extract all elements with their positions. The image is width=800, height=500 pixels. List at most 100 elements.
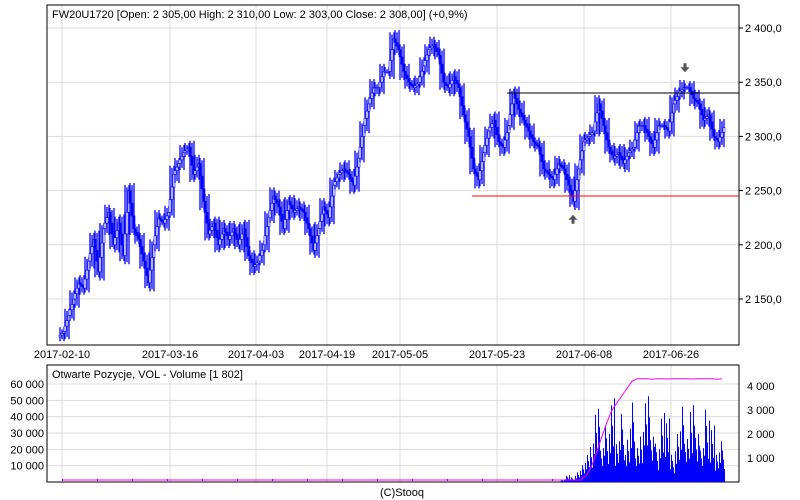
candle-body (303, 211, 307, 218)
volume-bar (647, 445, 648, 482)
candle-body (275, 199, 279, 204)
volume-bar (604, 455, 605, 482)
volume-bar (672, 461, 673, 482)
volume-bar (563, 481, 564, 482)
candle-body (655, 132, 659, 141)
candle-body (418, 76, 422, 83)
volume-bar (606, 438, 607, 482)
candle-body (225, 231, 229, 237)
candle-body (440, 63, 444, 74)
candle-body (78, 282, 82, 285)
candle-body (65, 320, 69, 327)
candle-body (390, 49, 394, 61)
candle-body (80, 284, 84, 287)
volume-bar (667, 437, 668, 482)
candle-body (348, 174, 352, 179)
candle-body (420, 71, 424, 78)
y-tick-label: 2 150,0 (745, 294, 782, 306)
candle-body (578, 159, 582, 170)
volume-bar (715, 470, 716, 482)
volume-bar (631, 448, 632, 482)
volume-bar (638, 455, 639, 482)
volume-bar (690, 412, 691, 482)
candle-body (393, 38, 397, 43)
candle-body (648, 136, 652, 141)
volume-bar (691, 432, 692, 482)
volume-bar (590, 447, 591, 482)
candle-body (363, 118, 367, 126)
y-tick-label: 2 200,0 (745, 240, 782, 252)
x-tick-label: 2017-06-08 (556, 349, 612, 361)
candle-body (245, 237, 249, 247)
candle-body (218, 239, 222, 246)
volume-bar (560, 481, 561, 482)
candle-body (188, 146, 192, 157)
candle-body (323, 206, 327, 211)
candle-body (313, 242, 317, 251)
volume-bar (679, 459, 680, 482)
candle-body (353, 175, 357, 186)
candle-body (200, 175, 204, 190)
volume-bar (689, 458, 690, 482)
volume-bar (711, 430, 712, 482)
x-tick-label: 2017-04-03 (228, 349, 284, 361)
volume-bar (700, 450, 701, 482)
left-tick-label: 30 000 (10, 428, 44, 440)
y-tick-label: 2 300,0 (745, 131, 782, 143)
candle-body (493, 119, 497, 128)
volume-bar (569, 475, 570, 482)
candle-body (75, 287, 79, 294)
candle-body (73, 293, 77, 300)
candle-body (228, 235, 232, 240)
volume-bar (644, 445, 645, 482)
candle-body (330, 195, 334, 208)
candle-body (380, 76, 384, 83)
volume-bar (719, 452, 720, 482)
candle-body (270, 202, 274, 211)
volume-bar (697, 461, 698, 482)
volume-bar (619, 441, 620, 482)
candle-body (193, 170, 197, 175)
volume-bar (704, 455, 705, 482)
volume-bar (695, 437, 696, 482)
volume-bar (574, 480, 575, 482)
candle-body (128, 190, 132, 204)
volume-bar (608, 464, 609, 482)
x-tick-label: 2017-02-10 (34, 349, 90, 361)
candle-body (178, 159, 182, 164)
volume-bar (708, 458, 709, 482)
candle-body (520, 112, 524, 117)
candle-body (668, 121, 672, 132)
x-tick-label: 2017-05-05 (372, 349, 428, 361)
candle-body (478, 170, 482, 181)
candle-body (495, 127, 499, 135)
volume-bar (597, 450, 598, 482)
candle-body (248, 255, 252, 260)
volume-bar (682, 406, 683, 482)
volume-bar (610, 453, 611, 482)
volume-bar (653, 436, 654, 482)
volume-bar (620, 450, 621, 482)
candle-body (195, 166, 199, 172)
candle-body (68, 309, 72, 316)
candle-body (508, 114, 512, 126)
candle-body (635, 132, 639, 141)
candle-body (480, 161, 484, 172)
candle-body (365, 110, 369, 119)
volume-bar (693, 405, 694, 482)
candle-body (238, 239, 242, 246)
candle-body (203, 201, 207, 213)
candle-body (158, 217, 162, 220)
volume-bar (701, 458, 702, 482)
volume-bar (605, 425, 606, 482)
volume-bar (616, 444, 617, 482)
candle-body (523, 119, 527, 125)
volume-bar (698, 433, 699, 482)
volume-bar (583, 469, 584, 482)
candle-body (423, 60, 427, 67)
candle-body (115, 230, 119, 238)
candle-body (130, 202, 134, 217)
candle-body (168, 199, 172, 213)
chart-svg: 2017-02-10 2017-03-16 2017-04-03 2017-04-19… (10, 4, 782, 499)
volume-bar (681, 449, 682, 482)
